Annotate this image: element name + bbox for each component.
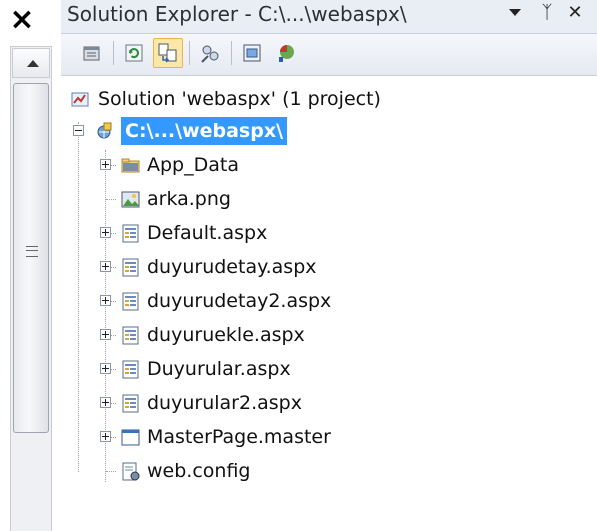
tree-row-item[interactable]: App_Data bbox=[100, 148, 239, 182]
expand-icon[interactable] bbox=[100, 159, 111, 170]
window-title: Solution Explorer - C:\...\webaspx\ bbox=[67, 2, 407, 26]
solution-tree: Solution 'webaspx' (1 project) C:\...\we… bbox=[61, 78, 597, 531]
tree-row-item[interactable]: duyurudetay2.aspx bbox=[100, 284, 331, 318]
view-designer-icon bbox=[243, 44, 261, 62]
window-titlebar: Solution Explorer - C:\...\webaspx\ ᛉ ✕ bbox=[61, 0, 597, 34]
tree-item-label: Default.aspx bbox=[147, 222, 268, 244]
expand-icon[interactable] bbox=[100, 431, 111, 442]
tree-row-project[interactable]: C:\...\webaspx\ bbox=[73, 114, 288, 148]
tree-row-item[interactable]: arka.png bbox=[100, 182, 231, 216]
solution-icon bbox=[71, 92, 89, 107]
collapse-icon[interactable] bbox=[73, 125, 84, 136]
config-file-icon bbox=[122, 462, 140, 481]
expand-icon[interactable] bbox=[100, 261, 111, 272]
nest-related-files-icon bbox=[158, 43, 177, 63]
master-page-icon bbox=[121, 429, 140, 446]
tree-row-item[interactable]: duyurudetay.aspx bbox=[100, 250, 317, 284]
tree-row-item[interactable]: duyurular2.aspx bbox=[100, 386, 302, 420]
view-class-diagram-icon bbox=[201, 45, 219, 63]
tree-item-label: Duyurular.aspx bbox=[147, 358, 291, 380]
expand-icon[interactable] bbox=[100, 295, 111, 306]
expand-icon[interactable] bbox=[100, 397, 111, 408]
properties-button[interactable] bbox=[77, 38, 107, 68]
expand-icon[interactable] bbox=[100, 227, 111, 238]
aspx-page-icon bbox=[122, 224, 139, 243]
web-project-icon bbox=[97, 122, 112, 139]
toolbar bbox=[61, 34, 597, 76]
properties-icon bbox=[83, 46, 100, 61]
auto-hide-pin-icon[interactable]: ᛉ bbox=[535, 0, 559, 26]
left-strip: × bbox=[0, 0, 61, 531]
scroll-up-button[interactable] bbox=[12, 48, 50, 78]
tree-item-label: arka.png bbox=[147, 188, 231, 210]
aspx-page-icon bbox=[122, 326, 139, 345]
tree-row-item[interactable]: duyuruekle.aspx bbox=[100, 318, 305, 352]
aspx-page-icon bbox=[122, 292, 139, 311]
tree-row-item[interactable]: MasterPage.master bbox=[100, 420, 331, 454]
tree-item-label: duyurudetay.aspx bbox=[147, 256, 317, 278]
project-label: C:\...\webaspx\ bbox=[121, 117, 288, 145]
aspx-page-icon bbox=[122, 360, 139, 379]
expand-icon[interactable] bbox=[100, 329, 111, 340]
tree-row-item[interactable]: Default.aspx bbox=[100, 216, 267, 250]
aspx-page-icon bbox=[122, 394, 139, 413]
tree-item-label: MasterPage.master bbox=[147, 426, 331, 448]
window-close-icon[interactable]: ✕ bbox=[563, 0, 587, 26]
tree-row-item[interactable]: Duyurular.aspx bbox=[100, 352, 291, 386]
refresh-icon bbox=[125, 44, 143, 62]
view-class-diagram-button[interactable] bbox=[195, 38, 225, 68]
view-designer-button[interactable] bbox=[237, 38, 267, 68]
tree-item-label: duyurudetay2.aspx bbox=[147, 290, 332, 312]
folder-icon bbox=[121, 158, 140, 173]
expand-icon[interactable] bbox=[100, 363, 111, 374]
nest-related-files-button[interactable] bbox=[153, 38, 183, 68]
scroll-thumb[interactable] bbox=[13, 83, 49, 433]
close-icon[interactable]: × bbox=[8, 0, 36, 40]
tree-item-label: duyuruekle.aspx bbox=[147, 324, 305, 346]
tree-item-label: App_Data bbox=[147, 154, 239, 176]
tree-connector bbox=[106, 471, 116, 472]
grip-icon bbox=[26, 246, 38, 257]
tree-item-label: web.config bbox=[147, 460, 251, 482]
window-position-dropdown-icon[interactable] bbox=[509, 9, 521, 16]
tree-row-item[interactable]: web.config bbox=[100, 454, 250, 488]
vertical-scrollbar[interactable] bbox=[10, 46, 52, 531]
tree-connector bbox=[106, 199, 116, 200]
asp-net-configuration-button[interactable] bbox=[271, 38, 301, 68]
tree-connector bbox=[78, 122, 79, 472]
asp-net-configuration-icon bbox=[279, 45, 294, 62]
aspx-page-icon bbox=[122, 258, 139, 277]
tree-item-label: duyurular2.aspx bbox=[147, 392, 302, 414]
image-icon bbox=[121, 191, 140, 208]
solution-label: Solution 'webaspx' (1 project) bbox=[98, 88, 381, 110]
refresh-button[interactable] bbox=[119, 38, 149, 68]
tree-row-solution[interactable]: Solution 'webaspx' (1 project) bbox=[71, 82, 381, 116]
